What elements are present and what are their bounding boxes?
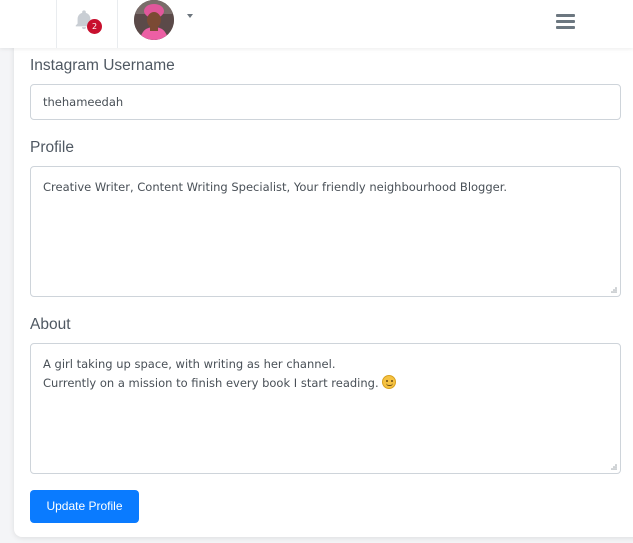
instagram-username-value: thehameedah	[43, 95, 124, 109]
notification-count-badge: 2	[87, 19, 102, 34]
user-avatar[interactable]	[134, 0, 174, 40]
instagram-username-label: Instagram Username	[30, 57, 175, 74]
about-textarea[interactable]: A girl taking up space, with writing as …	[30, 343, 621, 474]
profile-text: Creative Writer, Content Writing Special…	[43, 180, 508, 194]
update-profile-button[interactable]: Update Profile	[30, 490, 139, 523]
resize-handle-icon[interactable]	[610, 463, 617, 470]
hamburger-menu-icon[interactable]	[555, 12, 577, 30]
about-line-2: Currently on a mission to finish every b…	[43, 374, 608, 393]
caret-down-icon[interactable]	[187, 14, 193, 18]
notifications-button[interactable]: 2	[73, 9, 103, 35]
top-navbar: 2	[0, 0, 633, 48]
about-label: About	[30, 316, 71, 333]
profile-textarea[interactable]: Creative Writer, Content Writing Special…	[30, 166, 621, 297]
about-line-2-text: Currently on a mission to finish every b…	[43, 376, 379, 390]
profile-label: Profile	[30, 139, 74, 156]
navbar-divider	[117, 0, 118, 48]
instagram-username-input[interactable]: thehameedah	[30, 84, 621, 120]
resize-handle-icon[interactable]	[610, 286, 617, 293]
about-line-1: A girl taking up space, with writing as …	[43, 357, 336, 371]
slightly-smiling-face-emoji-icon	[381, 375, 396, 389]
navbar-divider	[56, 0, 57, 48]
